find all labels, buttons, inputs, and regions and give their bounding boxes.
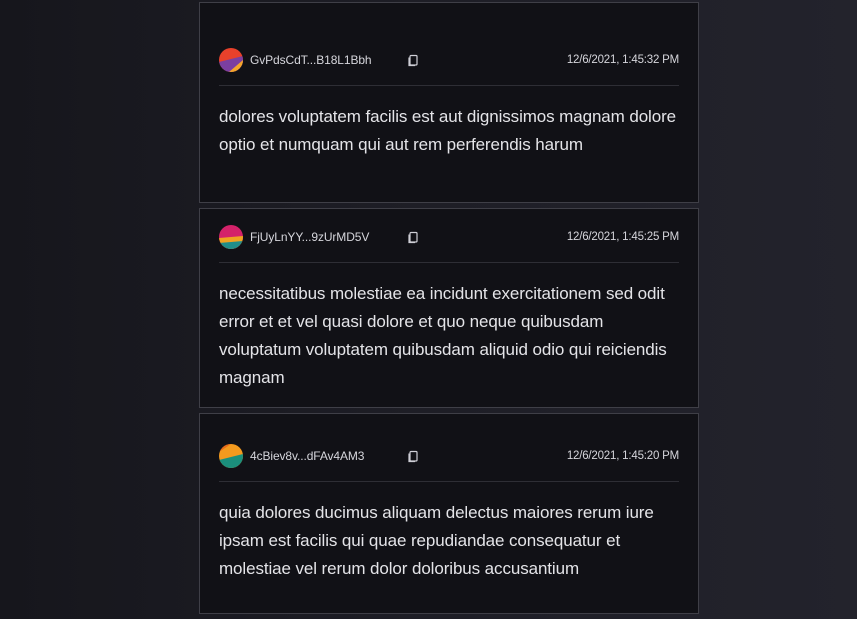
message-text: quia dolores ducimus aliquam delectus ma…	[219, 503, 654, 578]
message-text: necessitatibus molestiae ea incidunt exe…	[219, 284, 667, 387]
timestamp: 12/6/2021, 1:45:32 PM	[566, 54, 679, 66]
avatar	[219, 225, 243, 249]
copy-icon[interactable]	[406, 230, 420, 244]
timestamp: 12/6/2021, 1:45:20 PM	[566, 450, 679, 462]
message-header: GvPdsCdT...B18L1Bbh 12/6/2021, 1:45:32 P…	[219, 35, 679, 86]
timestamp: 12/6/2021, 1:45:25 PM	[566, 231, 679, 243]
message-header: FjUyLnYY...9zUrMD5V 12/6/2021, 1:45:25 P…	[219, 212, 679, 263]
message-header: 4cBiev8v...dFAv4AM3 12/6/2021, 1:45:20 P…	[219, 431, 679, 482]
copy-icon[interactable]	[406, 449, 420, 463]
message-card: FjUyLnYY...9zUrMD5V 12/6/2021, 1:45:25 P…	[199, 208, 699, 408]
message-card: 4cBiev8v...dFAv4AM3 12/6/2021, 1:45:20 P…	[199, 413, 699, 614]
message-card: GvPdsCdT...B18L1Bbh 12/6/2021, 1:45:32 P…	[199, 2, 699, 203]
copy-icon[interactable]	[406, 53, 420, 67]
wallet-address: FjUyLnYY...9zUrMD5V	[250, 230, 370, 244]
avatar	[219, 444, 243, 468]
message-text: dolores voluptatem facilis est aut digni…	[219, 107, 677, 154]
avatar	[219, 48, 243, 72]
wallet-address: GvPdsCdT...B18L1Bbh	[250, 53, 372, 67]
message-feed: GvPdsCdT...B18L1Bbh 12/6/2021, 1:45:32 P…	[199, 2, 699, 619]
wallet-address: 4cBiev8v...dFAv4AM3	[250, 449, 365, 463]
